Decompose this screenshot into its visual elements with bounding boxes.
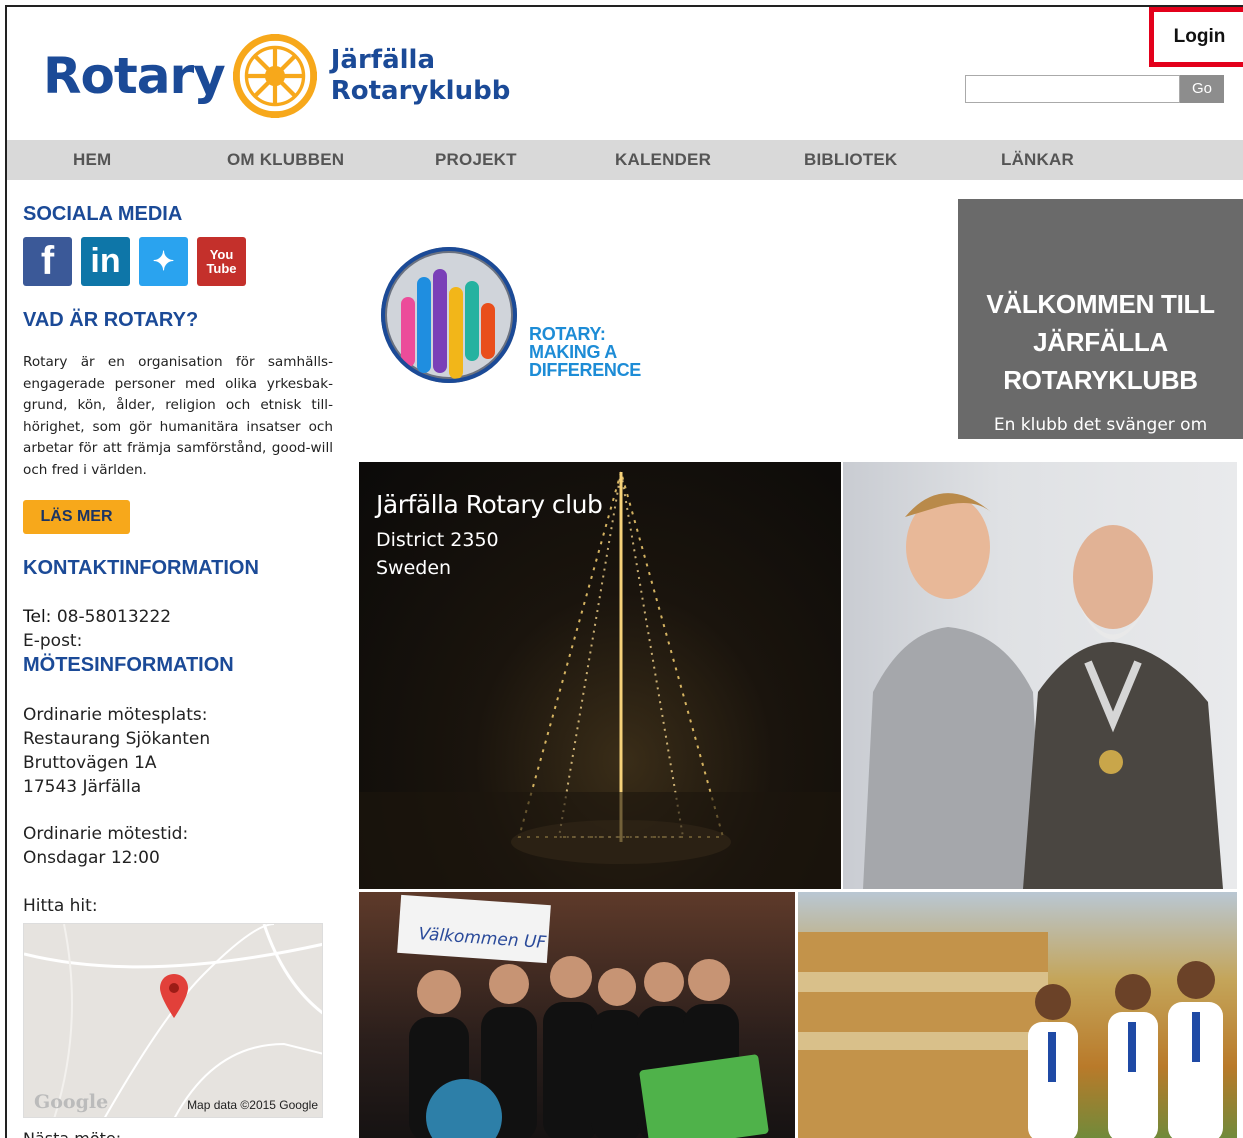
social-media-heading: SOCIALA MEDIA — [23, 203, 183, 225]
meeting-heading: MÖTESINFORMATION — [23, 654, 234, 676]
time-label: Ordinarie mötestid: — [23, 824, 189, 844]
welcome-subtitle: En klubb det svänger om — [993, 415, 1208, 435]
social-icons: f in ✦ You Tube — [23, 237, 246, 286]
logo-rotary-text: Rotary — [43, 47, 226, 105]
place-label: Ordinarie mötesplats: — [23, 705, 208, 725]
nav-item-bibliotek[interactable]: BIBLIOTEK — [804, 140, 897, 180]
rotary-wheel-icon — [232, 34, 317, 118]
two-men-illustration — [863, 493, 1223, 889]
page-frame: Rotary Järfälla Rotaryklubb Login Go HEM… — [5, 5, 1243, 1138]
nav-item-projekt[interactable]: PROJEKT — [435, 140, 517, 180]
main-nav: HEM OM KLUBBEN PROJEKT KALENDER BIBLIOTE… — [7, 140, 1243, 180]
photo-two-men[interactable] — [843, 462, 1237, 889]
group-illustration — [409, 956, 769, 1138]
logo-club-name: Järfälla Rotaryklubb — [331, 45, 511, 107]
time-value: Onsdagar 12:00 — [23, 848, 160, 868]
welcome-line1: VÄLKOMMEN TILL — [986, 289, 1215, 319]
rotary-making-a-difference-text: ROTARY: MAKING A DIFFERENCE — [529, 325, 641, 379]
welcome-line2: JÄRFÄLLA — [1033, 327, 1168, 357]
youtube-line2: Tube — [206, 260, 237, 276]
youtube-line1: You — [209, 246, 234, 262]
about-heading: VAD ÄR ROTARY? — [23, 309, 199, 331]
about-text: Rotary är en organisation för samhälls-e… — [23, 354, 333, 478]
email-label: E-post: — [23, 631, 83, 651]
photo1-line3: Sweden — [376, 557, 452, 579]
welcome-box: VÄLKOMMEN TILL JÄRFÄLLA ROTARYKLUBB En k… — [958, 199, 1243, 439]
photo1-title: Järfälla Rotary club — [376, 490, 603, 519]
search-go-button[interactable]: Go — [1180, 75, 1224, 103]
place-line3: 17543 Järfälla — [23, 777, 142, 797]
nav-item-om-klubben[interactable]: OM KLUBBEN — [227, 140, 344, 180]
find-label: Hitta hit: — [23, 896, 98, 916]
next-meeting-label: Nästa möte: — [23, 1129, 121, 1138]
welcome-line3: ROTARYKLUBB — [1003, 365, 1198, 395]
login-highlight-box: Login — [1149, 7, 1243, 67]
photo-school-girls[interactable] — [798, 892, 1237, 1138]
school-illustration — [798, 932, 1223, 1138]
logo-club-line1: Järfälla — [330, 45, 436, 75]
site-logo[interactable]: Rotary Järfälla Rotaryklubb — [43, 21, 510, 131]
contact-heading: KONTAKTINFORMATION — [23, 557, 259, 579]
tel-value[interactable]: 08-58013222 — [57, 607, 171, 627]
facebook-icon[interactable]: f — [23, 237, 72, 286]
map-credit: Map data ©2015 Google — [187, 1098, 318, 1112]
login-link[interactable]: Login — [1174, 26, 1226, 48]
rmad-line1: ROTARY: — [529, 324, 606, 344]
twitter-icon[interactable]: ✦ — [139, 237, 188, 286]
rmad-line2: MAKING A — [529, 342, 617, 362]
photo-christmas-tree[interactable]: Järfälla Rotary club District 2350 Swede… — [359, 462, 841, 889]
photo1-subtitle: District 2350 Sweden — [376, 526, 499, 582]
map-google-logo: Google — [34, 1091, 109, 1113]
nav-item-hem[interactable]: HEM — [73, 140, 111, 180]
place-line1: Restaurang Sjökanten — [23, 729, 211, 749]
place-line2: Bruttovägen 1A — [23, 753, 157, 773]
photo1-line2: District 2350 — [376, 529, 499, 551]
tel-label: Tel: — [23, 607, 52, 627]
rotary-making-a-difference-logo[interactable] — [379, 245, 519, 385]
nav-item-kalender[interactable]: KALENDER — [615, 140, 711, 180]
map-pin-icon — [160, 974, 188, 1018]
linkedin-icon[interactable]: in — [81, 237, 130, 286]
logo-club-line2: Rotaryklubb — [330, 76, 511, 106]
photo-uf-group[interactable]: Välkommen UF — [359, 892, 795, 1138]
youtube-icon[interactable]: You Tube — [197, 237, 246, 286]
tel-line: Tel: 08-58013222 — [23, 605, 171, 629]
welcome-heading: VÄLKOMMEN TILL JÄRFÄLLA ROTARYKLUBB — [958, 285, 1243, 399]
read-more-button[interactable]: LÄS MER — [23, 500, 130, 534]
search-input[interactable] — [965, 75, 1180, 103]
nav-item-lankar[interactable]: LÄNKAR — [1001, 140, 1074, 180]
map-roads — [24, 924, 322, 1117]
rmad-line3: DIFFERENCE — [529, 360, 642, 380]
location-map[interactable]: Google Map data ©2015 Google — [23, 923, 323, 1118]
